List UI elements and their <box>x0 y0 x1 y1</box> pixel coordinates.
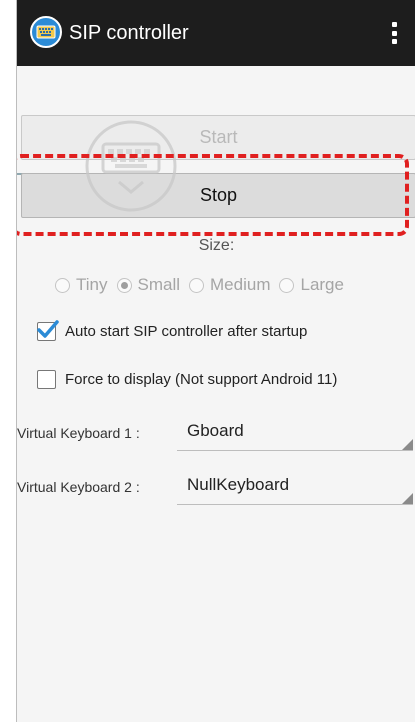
dropdown-underline <box>177 450 413 451</box>
radio-button[interactable] <box>55 277 70 293</box>
virtual-keyboard-2-row: Virtual Keyboard 2 : NullKeyboard <box>17 469 415 505</box>
overflow-menu-icon[interactable] <box>390 22 398 44</box>
virtual-keyboard-1-label: Virtual Keyboard 1 : <box>17 425 140 441</box>
app-bar: SIP controller <box>17 0 415 66</box>
app-screen: SIP controller Start Stop Size: Tiny Sma… <box>16 0 415 722</box>
virtual-keyboard-2-value: NullKeyboard <box>187 475 290 494</box>
keyboard-icon <box>30 16 62 48</box>
start-button-label: Start <box>199 127 238 147</box>
stop-button[interactable]: Stop <box>21 173 415 218</box>
dropdown-underline <box>177 504 413 505</box>
virtual-keyboard-1-row: Virtual Keyboard 1 : Gboard <box>17 415 415 451</box>
virtual-keyboard-1-dropdown[interactable]: Gboard <box>177 415 415 451</box>
start-button[interactable]: Start <box>21 115 415 160</box>
virtual-keyboard-2-label: Virtual Keyboard 2 : <box>17 479 140 495</box>
radio-label: Small <box>137 275 181 294</box>
dropdown-arrow-icon <box>402 493 413 504</box>
virtual-keyboard-1-value: Gboard <box>187 421 244 440</box>
radio-label: Tiny <box>76 275 108 294</box>
size-label: Size: <box>198 237 235 254</box>
radio-option-large[interactable]: Large <box>279 275 344 295</box>
dropdown-arrow-icon <box>402 439 413 450</box>
auto-start-option[interactable]: Auto start SIP controller after startup <box>37 320 308 341</box>
size-radio-group: Tiny Small Medium Large <box>55 273 353 297</box>
app-title: SIP controller <box>69 22 189 44</box>
radio-button[interactable] <box>279 277 295 293</box>
radio-label: Large <box>300 275 344 294</box>
auto-start-label: Auto start SIP controller after startup <box>65 323 308 340</box>
radio-option-small[interactable]: Small <box>116 275 181 295</box>
virtual-keyboard-2-dropdown[interactable]: NullKeyboard <box>177 469 415 505</box>
checkmark-icon <box>37 320 59 338</box>
force-display-checkbox[interactable] <box>37 370 56 389</box>
radio-label: Medium <box>210 275 271 294</box>
radio-option-tiny[interactable]: Tiny <box>55 275 108 295</box>
auto-start-checkbox[interactable] <box>37 320 59 341</box>
force-display-label: Force to display (Not support Android 11… <box>65 371 338 388</box>
radio-option-medium[interactable]: Medium <box>189 275 270 295</box>
radio-button[interactable] <box>189 277 205 293</box>
radio-button-selected[interactable] <box>116 277 132 293</box>
stop-button-label: Stop <box>199 185 238 205</box>
force-display-option[interactable]: Force to display (Not support Android 11… <box>37 370 337 389</box>
